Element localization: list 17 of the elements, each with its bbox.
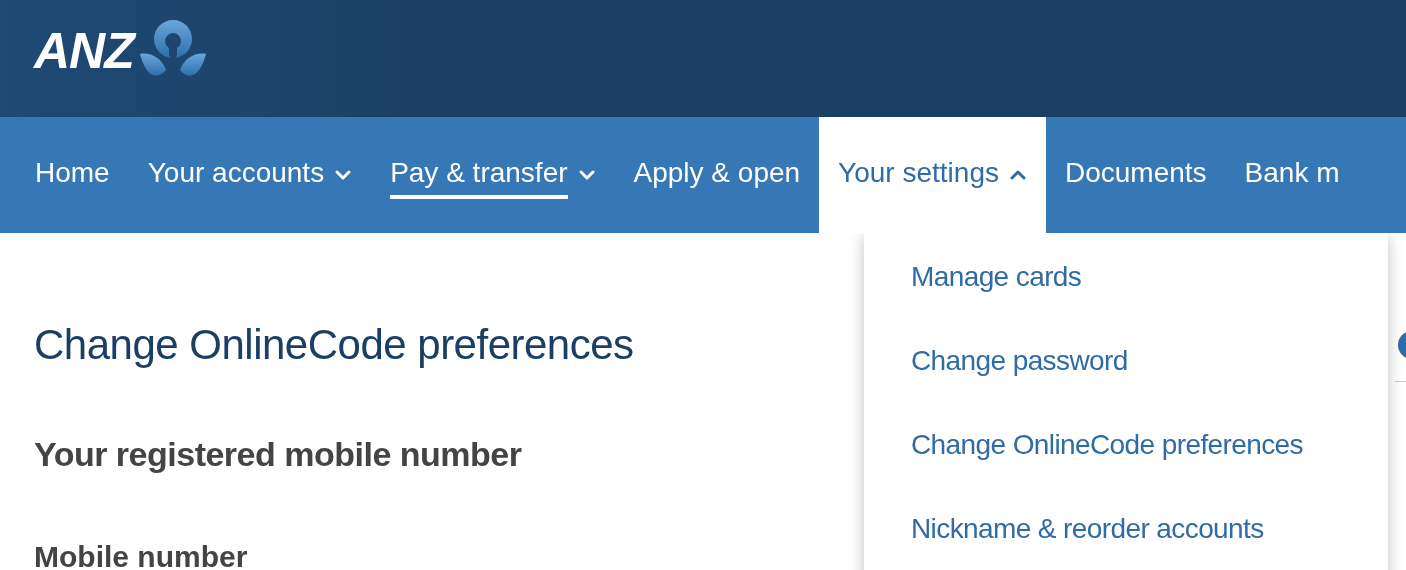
nav-tab[interactable]: Your settings (819, 117, 1046, 233)
field-label: Mobile number (34, 540, 248, 570)
chevron-up-icon (1008, 169, 1027, 181)
nav-tab[interactable]: Pay & transfer (371, 117, 615, 233)
nav-tab[interactable]: Bank m (1225, 117, 1359, 233)
chevron-down-icon (577, 169, 596, 181)
menu-item[interactable]: Change OnlineCode preferences (911, 429, 1303, 460)
menu-item[interactable]: Change password (911, 345, 1128, 376)
nav-tab[interactable]: Home (16, 117, 129, 233)
nav-tab[interactable]: Apply & open (614, 117, 820, 233)
section-heading: Your registered mobile number (34, 435, 522, 474)
nav-tab[interactable]: Your accounts (128, 117, 372, 233)
menu-item[interactable]: Nickname & reorder accounts (911, 513, 1264, 544)
menu-item[interactable]: Manage cards (911, 261, 1082, 292)
page-title: Change OnlineCode preferences (34, 321, 634, 369)
nav-tab[interactable]: Documents (1045, 117, 1226, 233)
chevron-down-icon (334, 169, 353, 181)
